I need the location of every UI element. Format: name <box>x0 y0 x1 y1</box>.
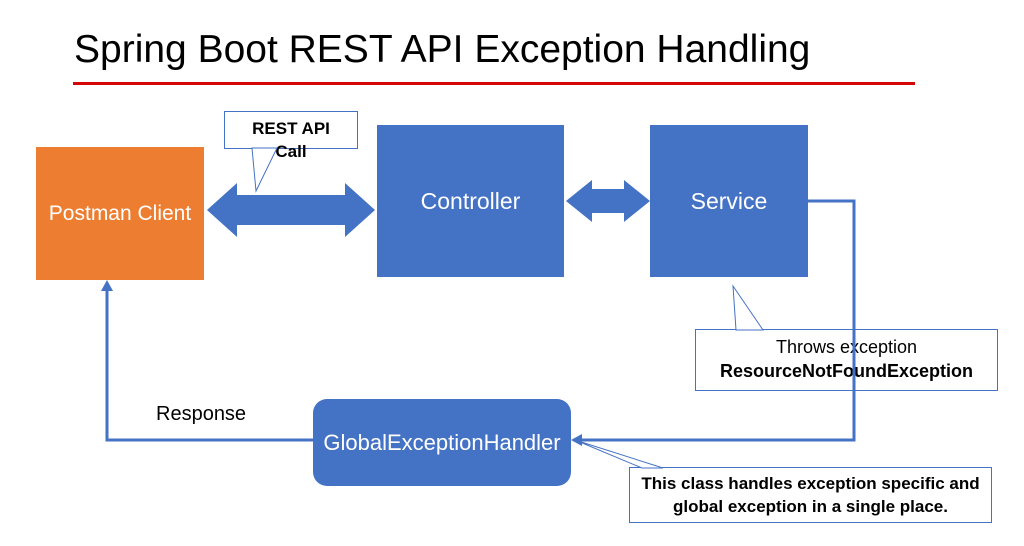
global-exception-handler-box: GlobalExceptionHandler <box>313 399 571 486</box>
response-label: Response <box>156 403 246 426</box>
diagram-title: Spring Boot REST API Exception Handling <box>74 28 810 72</box>
rest-api-call-callout: REST API Call <box>224 111 358 149</box>
handler-description-callout: This class handles exception specific an… <box>629 467 992 523</box>
throws-line1: Throws exception <box>708 335 985 359</box>
arrow-postman-controller <box>207 183 375 237</box>
arrow-controller-service <box>566 180 650 222</box>
postman-client-box: Postman Client <box>36 147 204 280</box>
callout-pointer-api <box>252 148 277 191</box>
callout-pointer-throws <box>733 286 763 330</box>
callout-pointer-class <box>575 440 663 468</box>
controller-box: Controller <box>377 125 564 277</box>
title-underline <box>73 82 915 85</box>
throws-exception-callout: Throws exception ResourceNotFoundExcepti… <box>695 329 998 391</box>
service-box: Service <box>650 125 808 277</box>
throws-line2: ResourceNotFoundException <box>708 359 985 383</box>
